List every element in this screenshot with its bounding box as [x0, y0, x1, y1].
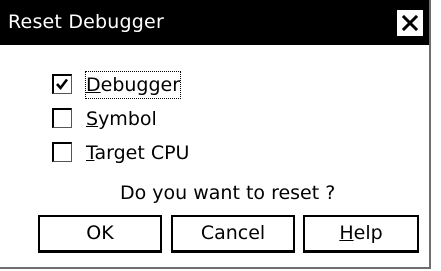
help-mnemonic: H: [339, 222, 354, 244]
target-cpu-label: Target CPU: [86, 140, 189, 166]
symbol-mnemonic: S: [86, 108, 99, 130]
close-button[interactable]: [397, 10, 423, 36]
target-cpu-label-text: arget CPU: [94, 142, 190, 164]
symbol-checkbox[interactable]: [52, 108, 72, 128]
target-cpu-checkbox[interactable]: [52, 142, 72, 162]
symbol-label-text: ymbol: [98, 108, 157, 130]
cancel-button[interactable]: Cancel: [171, 215, 295, 253]
debugger-label-text: ebugger: [100, 74, 181, 96]
reset-debugger-dialog: Reset Debugger Debugger Symbol Target CP…: [0, 0, 431, 269]
reset-prompt: Do you want to reset ?: [120, 182, 336, 204]
close-icon: [402, 15, 418, 31]
debugger-label: Debugger: [84, 71, 182, 99]
debugger-checkbox[interactable]: [52, 74, 72, 94]
option-symbol[interactable]: Symbol: [52, 106, 272, 136]
dialog-title: Reset Debugger: [8, 11, 164, 33]
help-button[interactable]: Help: [303, 215, 419, 253]
option-target-cpu[interactable]: Target CPU: [52, 140, 272, 170]
title-bar[interactable]: Reset Debugger: [0, 0, 429, 45]
option-debugger[interactable]: Debugger: [52, 71, 272, 102]
help-label-text: elp: [353, 222, 383, 244]
symbol-label: Symbol: [86, 106, 157, 132]
checkmark-icon: [56, 78, 69, 91]
debugger-mnemonic: D: [86, 74, 101, 96]
ok-button[interactable]: OK: [38, 215, 162, 253]
